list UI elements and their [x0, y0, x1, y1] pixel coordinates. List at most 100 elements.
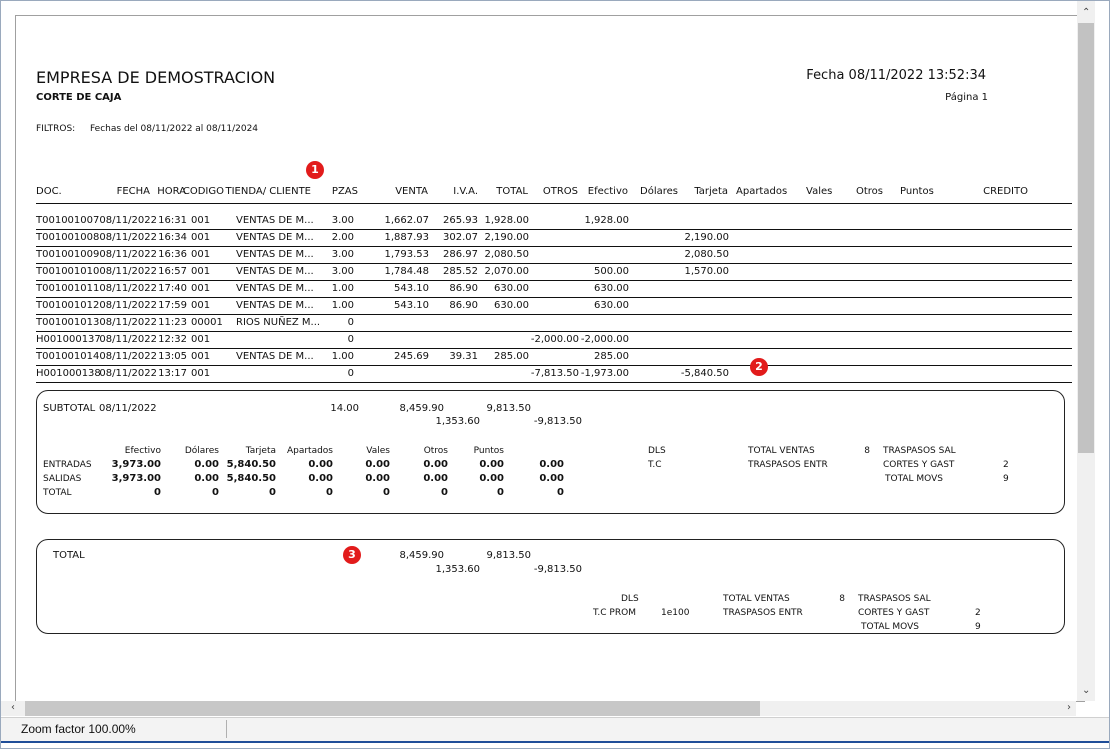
- subtotal-line-label: TOTAL: [43, 488, 72, 498]
- total-tc-prom-val: 1e100: [661, 608, 690, 618]
- cell-hora: 16:36: [158, 249, 187, 260]
- subtotal-cortes-gast: CORTES Y GAST: [883, 460, 955, 470]
- scroll-down-icon[interactable]: ⌄: [1082, 685, 1090, 696]
- cell-total: 1,928.00: [484, 215, 529, 226]
- horizontal-scrollbar[interactable]: ‹ ›: [1, 701, 1076, 716]
- scroll-right-icon[interactable]: ›: [1067, 702, 1071, 713]
- annotation-badge-2: 2: [750, 358, 768, 376]
- cell-total: 285.00: [494, 351, 529, 362]
- column-header-apartados: Apartados: [736, 186, 788, 197]
- cell-codigo: 001: [191, 351, 211, 362]
- total-cortes-gast: CORTES Y GAST: [858, 608, 930, 618]
- cell-codigo: 001: [191, 283, 211, 294]
- subtotal-dls: DLS: [648, 446, 666, 456]
- total-traspasos-sal: TRASPASOS SAL: [858, 594, 931, 604]
- total-total-ventas: 8: [839, 594, 845, 604]
- subtotal-iva: 1,353.60: [435, 416, 480, 427]
- company-name: EMPRESA DE DEMOSTRACION: [36, 68, 276, 87]
- subtotal-total: 9,813.50: [486, 403, 531, 414]
- total-otros: -9,813.50: [533, 564, 582, 575]
- total-venta: 8,459.90: [399, 550, 444, 561]
- total-box: TOTAL 8,459.90 9,813.50 1,353.60 -9,813.…: [36, 539, 1065, 634]
- column-header-tarjeta: Tarjeta: [694, 186, 728, 197]
- total-label: TOTAL: [53, 550, 85, 561]
- cell-tarjeta: 1,570.00: [684, 266, 729, 277]
- total-tc-prom: T.C PROM: [593, 608, 636, 618]
- row-divider: [36, 246, 1072, 247]
- filters-label: FILTROS:: [36, 124, 76, 134]
- zoom-factor-label: Zoom factor 100.00%: [17, 720, 227, 738]
- cell-tarjeta: 2,190.00: [684, 232, 729, 243]
- row-divider: [36, 365, 1072, 366]
- cell-hora: 16:57: [158, 266, 187, 277]
- cell-total: 2,190.00: [484, 232, 529, 243]
- row-divider: [36, 382, 1072, 383]
- subtotal-total-movs-val: 9: [1003, 474, 1009, 484]
- cell-pzas: 0: [347, 334, 354, 345]
- row-divider: [36, 297, 1072, 298]
- subtotal-total-ventas-label: TOTAL VENTAS: [748, 446, 815, 456]
- subtotal-traspasos-entr: TRASPASOS ENTR: [748, 460, 828, 470]
- subtotal-tc: T.C: [648, 460, 662, 470]
- cell-hora: 16:31: [158, 215, 187, 226]
- cell-tarjeta: 2,080.50: [684, 249, 729, 260]
- total-total-movs-val: 9: [975, 622, 981, 632]
- report-viewer-window: EMPRESA DE DEMOSTRACION CORTE DE CAJA Fe…: [0, 0, 1110, 749]
- cell-codigo: 001: [191, 249, 211, 260]
- annotation-badge-1: 1: [306, 161, 324, 179]
- cell-efectivo: 285.00: [594, 351, 629, 362]
- cell-codigo: 001: [191, 232, 211, 243]
- row-divider: [36, 331, 1072, 332]
- total-total: 9,813.50: [486, 550, 531, 561]
- subtotal-otros: -9,813.50: [533, 416, 582, 427]
- total-traspasos-entr: TRASPASOS ENTR: [723, 608, 803, 618]
- total-total-ventas-label: TOTAL VENTAS: [723, 594, 790, 604]
- cell-codigo: 001: [191, 266, 211, 277]
- report-date: Fecha 08/11/2022 13:52:34: [806, 68, 986, 83]
- total-total-movs: TOTAL MOVS: [861, 622, 919, 632]
- cell-codigo: 001: [191, 215, 211, 226]
- scroll-left-icon[interactable]: ‹: [11, 702, 15, 713]
- cell-efectivo: -1,973.00: [580, 368, 629, 379]
- column-header-credito: CREDITO: [983, 186, 1028, 197]
- filters-value: Fechas del 08/11/2022 al 08/11/2024: [90, 124, 259, 134]
- cell-codigo: 001: [191, 368, 211, 379]
- header-divider: [36, 203, 1072, 204]
- cell-efectivo: 500.00: [594, 266, 629, 277]
- subtotal-pay-header: Puntos: [473, 446, 504, 456]
- report-subtitle: CORTE DE CAJA: [36, 92, 122, 103]
- cell-efectivo: 630.00: [594, 300, 629, 311]
- status-bar: Zoom factor 100.00%: [1, 717, 1109, 742]
- column-header-vales: Vales: [806, 186, 833, 197]
- cell-hora: 13:17: [158, 368, 187, 379]
- cell-hora: 11:23: [158, 317, 187, 328]
- row-divider: [36, 280, 1072, 281]
- cell-hora: 13:05: [158, 351, 187, 362]
- row-divider: [36, 229, 1072, 230]
- report-page: EMPRESA DE DEMOSTRACION CORTE DE CAJA Fe…: [15, 15, 1085, 702]
- vertical-scrollbar[interactable]: ⌃ ⌄: [1077, 1, 1095, 701]
- horizontal-scroll-thumb[interactable]: [25, 701, 760, 716]
- cell-codigo: 00001: [191, 317, 223, 328]
- subtotal-box: SUBTOTAL 08/11/2022 14.00 8,459.90 9,813…: [36, 390, 1065, 514]
- cell-tarjeta: -5,840.50: [680, 368, 729, 379]
- subtotal-venta: 8,459.90: [399, 403, 444, 414]
- cell-hora: 16:34: [158, 232, 187, 243]
- subtotal-line-value: 0.00: [539, 459, 564, 470]
- row-divider: [36, 314, 1072, 315]
- scroll-up-icon[interactable]: ⌃: [1082, 7, 1090, 18]
- subtotal-date: 08/11/2022: [99, 403, 157, 414]
- subtotal-label: SUBTOTAL: [43, 403, 96, 414]
- cell-total: 630.00: [494, 283, 529, 294]
- window-bottom-accent: [1, 741, 1109, 743]
- cell-efectivo: -2,000.00: [580, 334, 629, 345]
- subtotal-pzas: 14.00: [330, 403, 359, 414]
- subtotal-line-label: SALIDAS: [43, 474, 82, 484]
- cell-total: 2,070.00: [484, 266, 529, 277]
- row-divider: [36, 263, 1072, 264]
- cell-pzas: 0: [347, 368, 354, 379]
- cell-hora: 12:32: [158, 334, 187, 345]
- vertical-scroll-thumb[interactable]: [1078, 23, 1094, 453]
- total-dls: DLS: [621, 594, 639, 604]
- page-number: Página 1: [945, 92, 988, 103]
